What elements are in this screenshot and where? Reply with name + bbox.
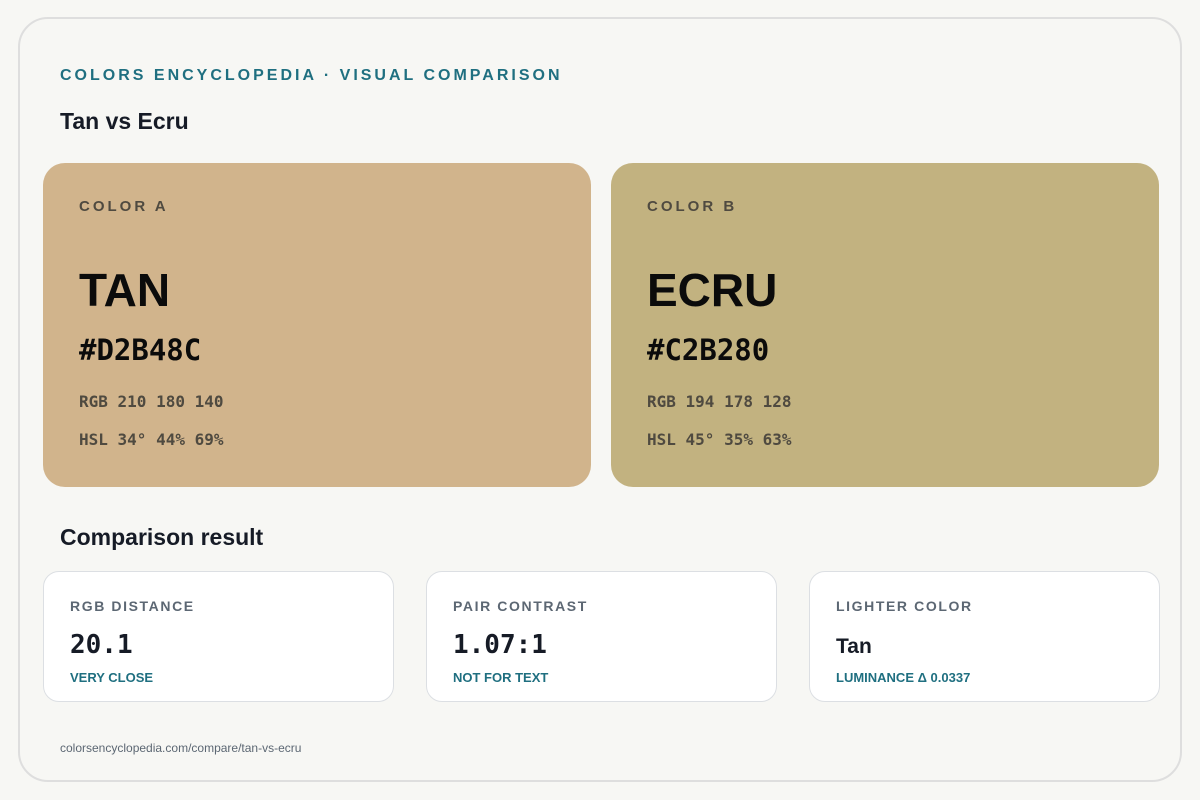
color-a-name: TAN — [79, 264, 171, 316]
color-a-rgb: RGB 210 180 140 — [79, 392, 224, 411]
stat-card-rgb-distance: RGB DISTANCE 20.1 VERY CLOSE — [43, 571, 394, 702]
stat-card-pair-contrast: PAIR CONTRAST 1.07:1 NOT FOR TEXT — [426, 571, 777, 702]
stat-value: 20.1 — [70, 630, 133, 660]
color-a-hex: #D2B48C — [79, 333, 202, 367]
color-b-rgb: RGB 194 178 128 — [647, 392, 792, 411]
color-a-swatch: COLOR A TAN #D2B48C RGB 210 180 140 HSL … — [43, 163, 591, 487]
color-b-hex: #C2B280 — [647, 333, 770, 367]
color-b-swatch: COLOR B ECRU #C2B280 RGB 194 178 128 HSL… — [611, 163, 1159, 487]
stat-value: 1.07:1 — [453, 630, 547, 660]
stat-value: Tan — [836, 635, 872, 658]
stat-label: PAIR CONTRAST — [453, 598, 588, 614]
stat-note: LUMINANCE Δ 0.0337 — [836, 670, 971, 685]
stat-note: VERY CLOSE — [70, 670, 154, 685]
color-a-label: COLOR A — [79, 198, 169, 215]
stat-card-lighter-color: LIGHTER COLOR Tan LUMINANCE Δ 0.0337 — [809, 571, 1160, 702]
color-b-label: COLOR B — [647, 198, 738, 215]
color-b-hsl: HSL 45° 35% 63% — [647, 430, 792, 449]
site-eyebrow: COLORS ENCYCLOPEDIA · VISUAL COMPARISON — [60, 67, 563, 84]
source-url[interactable]: colorsencyclopedia.com/compare/tan-vs-ec… — [60, 741, 301, 755]
comparison-title: Comparison result — [60, 524, 264, 550]
stat-label: LIGHTER COLOR — [836, 598, 973, 614]
stat-note: NOT FOR TEXT — [453, 670, 549, 685]
stat-label: RGB DISTANCE — [70, 598, 195, 614]
page-title: Tan vs Ecru — [60, 108, 189, 134]
comparison-card: COLORS ENCYCLOPEDIA · VISUAL COMPARISON … — [18, 17, 1182, 782]
color-b-name: ECRU — [647, 264, 778, 316]
color-a-hsl: HSL 34° 44% 69% — [79, 430, 224, 449]
